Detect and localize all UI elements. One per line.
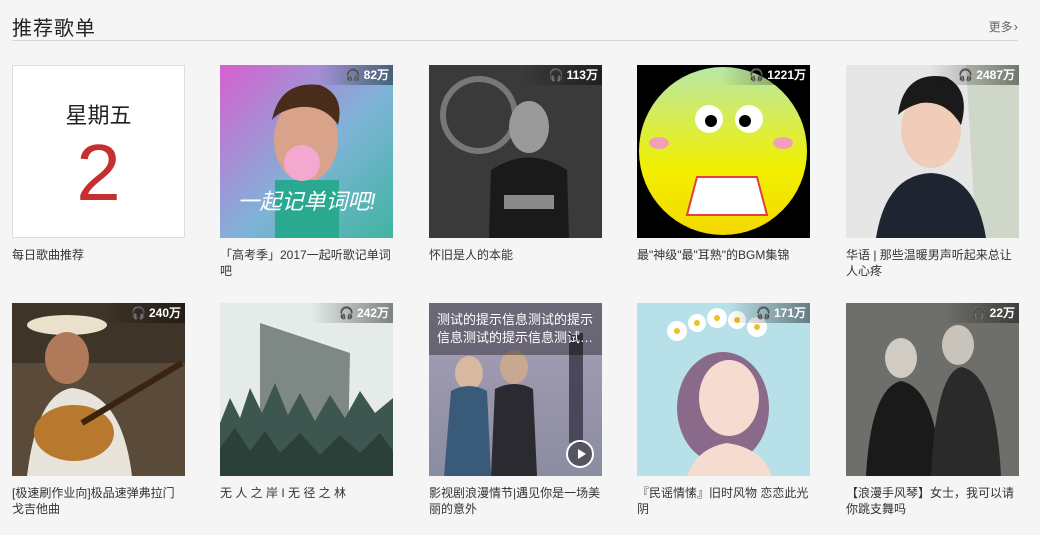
playlist-title[interactable]: 无 人 之 岸 I 无 径 之 林 bbox=[220, 485, 393, 501]
playlist-card[interactable]: 🎧 171万 『民谣情愫』旧时风物 恋恋此光阴 bbox=[637, 303, 810, 517]
cover-image bbox=[637, 65, 810, 238]
play-icon[interactable] bbox=[566, 440, 594, 468]
playlist-card[interactable]: 🎧 113万 怀旧是人的本能 bbox=[429, 65, 602, 263]
cover-image bbox=[846, 303, 1019, 476]
headphones-icon: 🎧 bbox=[345, 68, 361, 82]
section-header: 推荐歌单 更多› bbox=[12, 10, 1018, 41]
more-link[interactable]: 更多› bbox=[989, 18, 1018, 35]
day-number: 2 bbox=[76, 128, 121, 217]
playlist-card[interactable]: 🎧 82万 一起记单词吧! 「高考季」2017一起听歌记单词吧 bbox=[220, 65, 393, 279]
playlist-title[interactable]: 最"神级"最"耳熟"的BGM集锦 bbox=[637, 247, 810, 263]
cover-image bbox=[846, 65, 1019, 238]
playlist-title[interactable]: 每日歌曲推荐 bbox=[12, 247, 185, 263]
cover-caption: 一起记单词吧! bbox=[237, 189, 376, 214]
play-count: 🎧 1221万 bbox=[721, 65, 810, 85]
playlist-cover[interactable]: 测试的提示信息测试的提示 信息测试的提示信息测试的... bbox=[429, 303, 602, 476]
playlist-title[interactable]: [极速刷作业向]极品速弹弗拉门戈吉他曲 bbox=[12, 485, 185, 517]
headphones-icon: 🎧 bbox=[131, 306, 146, 320]
play-count: 🎧 242万 bbox=[311, 303, 393, 323]
playlist-title[interactable]: 华语 | 那些温暖男声听起来总让人心疼 bbox=[846, 247, 1019, 279]
playlist-cover[interactable]: 🎧 82万 一起记单词吧! bbox=[220, 65, 393, 238]
headphones-icon: 🎧 bbox=[548, 68, 564, 82]
playlist-cover[interactable]: 🎧 242万 bbox=[220, 303, 393, 476]
playlist-title[interactable]: 影视剧浪漫情节|遇见你是一场美丽的意外 bbox=[429, 485, 602, 517]
playlist-cover[interactable]: 🎧 1221万 bbox=[637, 65, 810, 238]
headphones-icon: 🎧 bbox=[971, 306, 987, 320]
playlist-card[interactable]: 🎧 240万 [极速刷作业向]极品速弹弗拉门戈吉他曲 bbox=[12, 303, 185, 517]
playlist-cover[interactable]: 🎧 240万 bbox=[12, 303, 185, 476]
daily-cover[interactable]: 星期五 2 bbox=[12, 65, 185, 238]
playlist-cover[interactable]: 🎧 113万 bbox=[429, 65, 602, 238]
playlist-title[interactable]: 【浪漫手风琴】女士，我可以请你跳支舞吗 bbox=[846, 485, 1019, 517]
play-count: 🎧 82万 bbox=[317, 65, 393, 85]
playlist-title[interactable]: 「高考季」2017一起听歌记单词吧 bbox=[220, 247, 393, 279]
play-count: 🎧 113万 bbox=[520, 65, 602, 85]
playlist-card[interactable]: 🎧 1221万 最"神级"最"耳熟"的BGM集锦 bbox=[637, 65, 810, 263]
playlist-cover[interactable]: 🎧 2487万 bbox=[846, 65, 1019, 238]
cover-image bbox=[12, 303, 185, 476]
playlist-title[interactable]: 怀旧是人的本能 bbox=[429, 247, 602, 263]
headphones-icon: 🎧 bbox=[339, 306, 354, 320]
play-count: 🎧 240万 bbox=[103, 303, 185, 323]
playlist-cover[interactable]: 🎧 171万 bbox=[637, 303, 810, 476]
section-title: 推荐歌单 bbox=[12, 18, 96, 40]
cover-image bbox=[637, 303, 810, 476]
hover-tooltip: 测试的提示信息测试的提示 信息测试的提示信息测试的... bbox=[429, 303, 602, 355]
weekday-text: 星期五 bbox=[65, 103, 132, 128]
cover-image bbox=[220, 303, 393, 476]
headphones-icon: 🎧 bbox=[749, 68, 765, 82]
play-count: 🎧 22万 bbox=[943, 303, 1019, 323]
daily-recommend-card[interactable]: 星期五 2 每日歌曲推荐 bbox=[12, 65, 185, 263]
play-count: 🎧 171万 bbox=[728, 303, 810, 323]
headphones-icon: 🎧 bbox=[756, 306, 771, 320]
chevron-right-icon: › bbox=[1013, 19, 1018, 34]
playlist-card[interactable]: 测试的提示信息测试的提示 信息测试的提示信息测试的... 影视剧浪漫情节|遇见你… bbox=[429, 303, 602, 517]
cover-image bbox=[429, 65, 602, 238]
playlist-card[interactable]: 🎧 242万 无 人 之 岸 I 无 径 之 林 bbox=[220, 303, 393, 501]
playlist-cover[interactable]: 🎧 22万 bbox=[846, 303, 1019, 476]
more-label: 更多 bbox=[988, 20, 1013, 34]
headphones-icon: 🎧 bbox=[958, 68, 974, 82]
playlist-card[interactable]: 🎧 2487万 华语 | 那些温暖男声听起来总让人心疼 bbox=[846, 65, 1019, 279]
playlist-card[interactable]: 🎧 22万 【浪漫手风琴】女士，我可以请你跳支舞吗 bbox=[846, 303, 1019, 517]
play-count: 🎧 2487万 bbox=[930, 65, 1019, 85]
playlist-title[interactable]: 『民谣情愫』旧时风物 恋恋此光阴 bbox=[637, 485, 810, 517]
